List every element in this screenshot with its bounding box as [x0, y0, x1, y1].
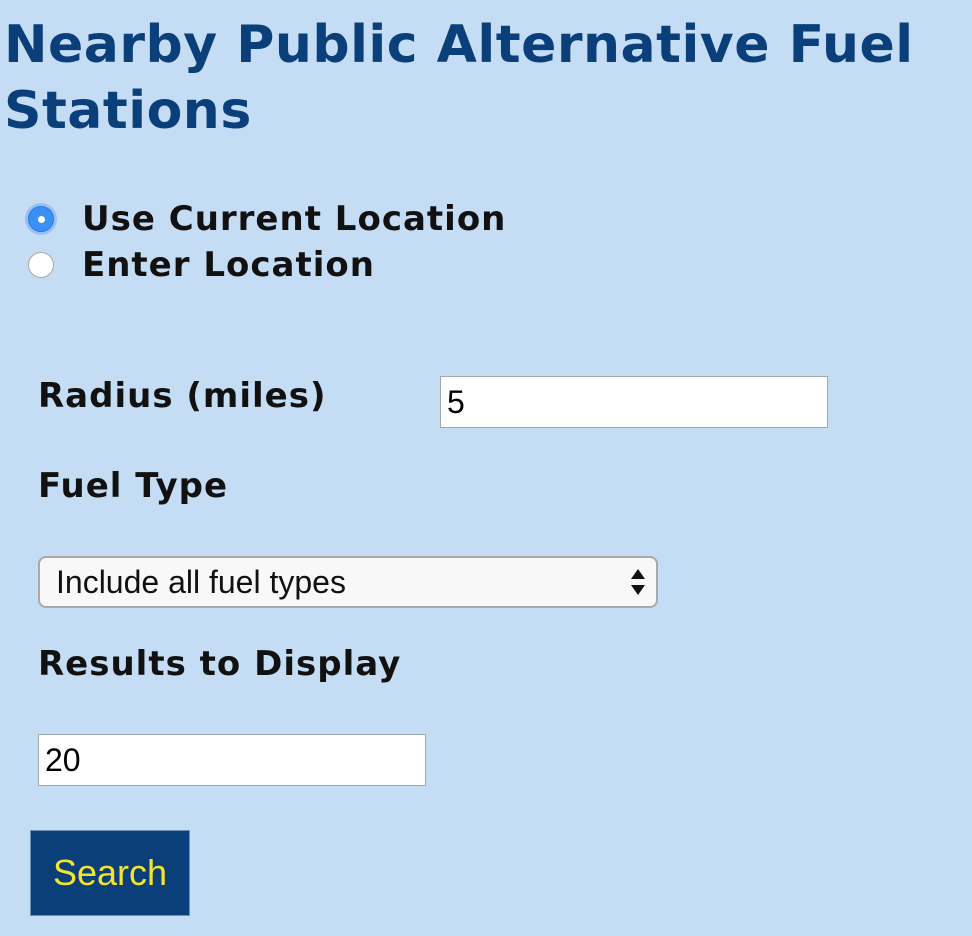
results-input[interactable] — [38, 734, 426, 786]
radius-input[interactable] — [440, 376, 828, 428]
fuel-type-select[interactable]: Include all fuel types — [38, 556, 658, 608]
results-label: Results to Display — [38, 644, 402, 684]
fuel-type-selected-value: Include all fuel types — [56, 564, 346, 600]
page-title: Nearby Public Alternative Fuel Stations — [4, 15, 914, 141]
use-current-location-label[interactable]: Use Current Location — [82, 199, 506, 239]
enter-location-radio[interactable] — [28, 252, 54, 278]
enter-location-option[interactable]: Enter Location — [28, 242, 506, 288]
location-options: Use Current Location Enter Location — [28, 196, 506, 288]
fuel-type-label: Fuel Type — [38, 466, 229, 506]
enter-location-label[interactable]: Enter Location — [82, 245, 375, 285]
radius-label: Radius (miles) — [38, 376, 327, 416]
search-button[interactable]: Search — [30, 830, 190, 916]
use-current-location-radio[interactable] — [28, 206, 54, 232]
use-current-location-option[interactable]: Use Current Location — [28, 196, 506, 242]
select-arrows-icon — [631, 569, 645, 595]
